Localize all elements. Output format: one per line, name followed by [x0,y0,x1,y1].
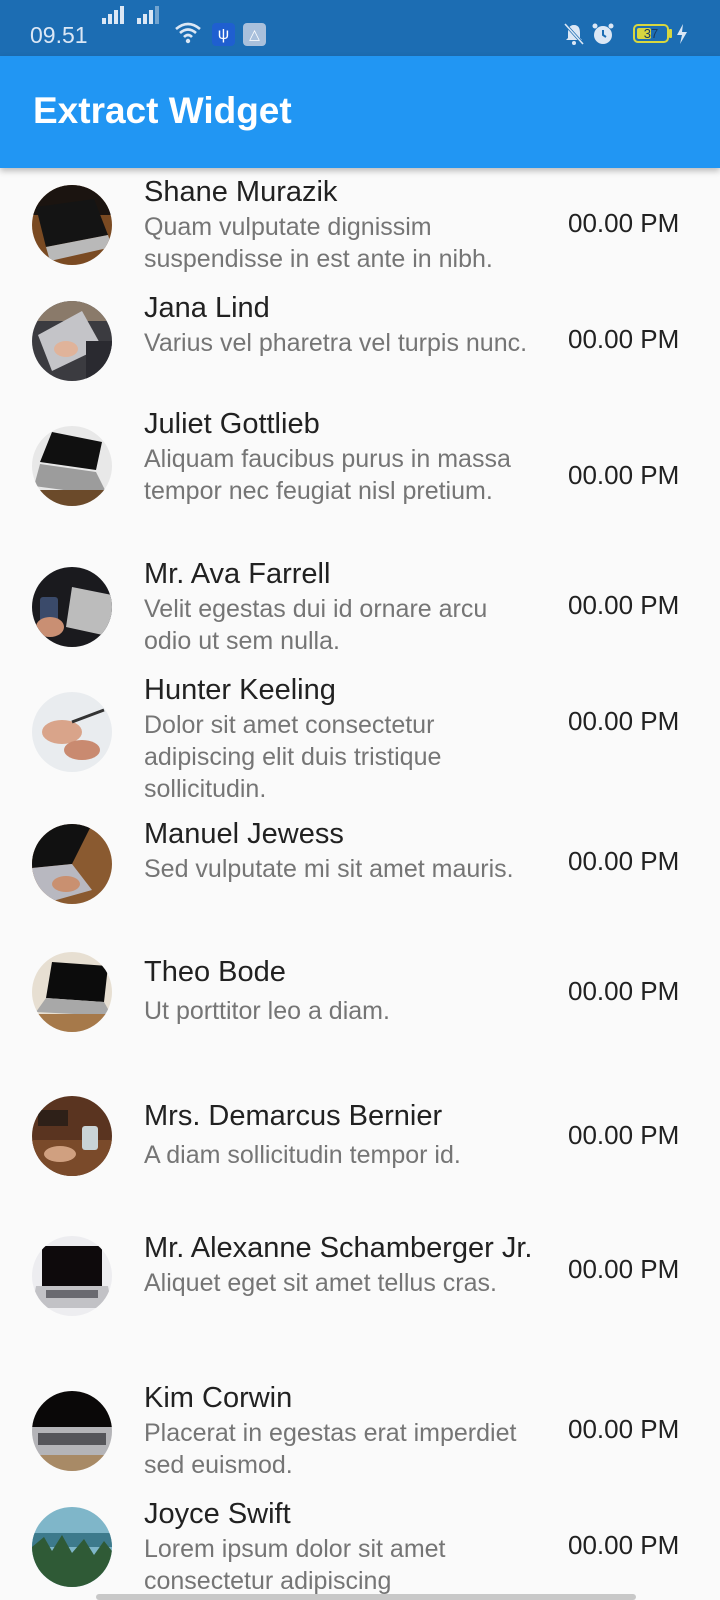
list-item-time: 00.00 PM [568,324,680,354]
list-item-title: Kim Corwin [144,1382,293,1414]
wifi-icon [174,20,202,49]
usb-debug-icon: ψ [212,23,235,46]
avatar [32,185,112,265]
avatar [32,692,112,772]
list-item-subtitle: Aliquet eget sit amet tellus cras. [144,1269,497,1297]
list-item[interactable]: Mr. Alexanne Schamberger Jr. Aliquet ege… [0,1224,720,1374]
list-item[interactable]: Mrs. Demarcus Bernier A diam sollicitudi… [0,1080,720,1224]
list-item-subtitle: Velit egestas dui id ornare arcu odio ut… [144,595,488,655]
alarm-icon [591,22,615,51]
contact-list[interactable]: Shane Murazik Quam vulputate dignissim s… [0,168,720,1600]
avatar [32,1096,112,1176]
list-item[interactable]: Jana Lind Varius vel pharetra vel turpis… [0,284,720,400]
list-item[interactable]: Kim Corwin Placerat in egestas erat impe… [0,1374,720,1490]
avatar [32,952,112,1032]
list-item-title: Mr. Alexanne Schamberger Jr. [144,1232,533,1264]
list-item-time: 00.00 PM [568,976,680,1006]
avatar [32,1236,112,1316]
list-item-time: 00.00 PM [568,208,680,238]
drive-icon: △ [243,23,266,46]
avatar [32,824,112,904]
avatar [32,1391,112,1471]
list-item-subtitle: Sed vulputate mi sit amet mauris. [144,855,514,883]
list-item-subtitle: Aliquam faucibus purus in massa tempor n… [144,445,511,505]
list-item-title: Mr. Ava Farrell [144,558,331,590]
app-bar-title: Extract Widget [33,90,292,131]
list-item[interactable]: Juliet Gottlieb Aliquam faucibus purus i… [0,400,720,550]
list-item-subtitle: A diam sollicitudin tempor id. [144,1141,461,1169]
status-time: 09.51 [30,22,88,48]
list-item[interactable]: Joyce Swift Lorem ipsum dolor sit amet c… [0,1490,720,1600]
avatar [32,426,112,506]
list-item-time: 00.00 PM [568,1120,680,1150]
list-item-time: 00.00 PM [568,1254,680,1284]
avatar [32,1507,112,1587]
list-item-subtitle: Ut porttitor leo a diam. [144,997,390,1025]
charging-icon [676,24,688,49]
list-item-title: Mrs. Demarcus Bernier [144,1100,443,1132]
list-item-title: Juliet Gottlieb [144,408,320,440]
list-item-time: 00.00 PM [568,1414,680,1444]
list-item-title: Hunter Keeling [144,674,336,706]
list-item[interactable]: Theo Bode Ut porttitor leo a diam. 00.00… [0,936,720,1080]
status-bar: 09.51 ψ △ 37 [0,0,720,56]
list-item-title: Manuel Jewess [144,818,344,850]
avatar [32,301,112,381]
list-item-subtitle: Placerat in egestas erat imperdiet sed e… [144,1419,517,1479]
list-item[interactable]: Hunter Keeling Dolor sit amet consectetu… [0,666,720,816]
list-item-title: Jana Lind [144,292,270,324]
list-item[interactable]: Manuel Jewess Sed vulputate mi sit amet … [0,816,720,936]
list-item-title: Theo Bode [144,956,286,988]
list-item-time: 00.00 PM [568,590,680,620]
scroll-indicator[interactable] [96,1594,636,1600]
list-item-time: 00.00 PM [568,460,680,490]
list-item-subtitle: Dolor sit amet consectetur adipiscing el… [144,711,442,803]
list-item-subtitle: Lorem ipsum dolor sit amet consectetur a… [144,1535,446,1595]
list-item-title: Shane Murazik [144,176,338,208]
avatar [32,567,112,647]
list-item-subtitle: Varius vel pharetra vel turpis nunc. [144,329,528,357]
bell-off-icon [563,22,585,51]
list-item[interactable]: Shane Murazik Quam vulputate dignissim s… [0,168,720,284]
list-item-time: 00.00 PM [568,846,680,876]
list-item-subtitle: Quam vulputate dignissim suspendisse in … [144,213,493,273]
list-item[interactable]: Mr. Ava Farrell Velit egestas dui id orn… [0,550,720,666]
list-item-title: Joyce Swift [144,1498,291,1530]
app-bar: Extract Widget [0,56,720,168]
list-item-time: 00.00 PM [568,706,680,736]
list-item-time: 00.00 PM [568,1530,680,1560]
battery-icon: 37 [633,24,669,43]
battery-level: 37 [643,26,659,41]
